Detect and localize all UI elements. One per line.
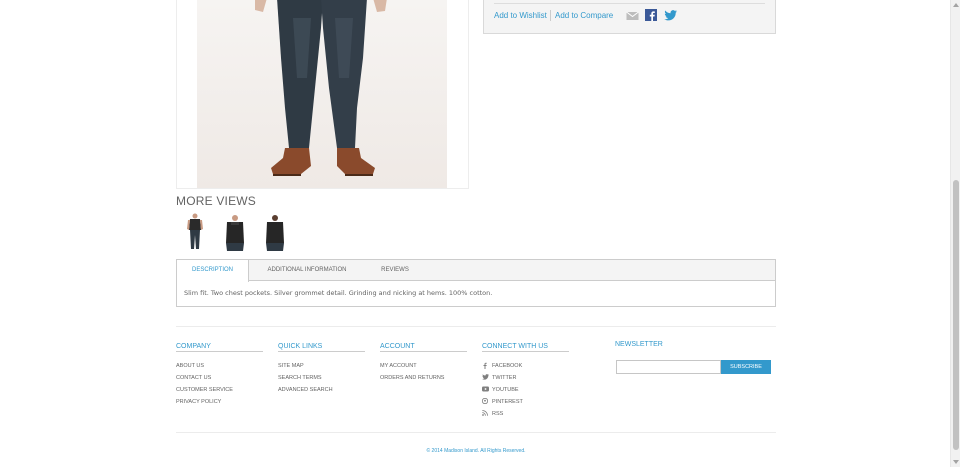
email-icon[interactable] — [626, 8, 639, 26]
newsletter-title: Newsletter — [615, 341, 663, 348]
copyright-text: © 2014 Madison Island. All Rights Reserv… — [426, 448, 526, 454]
footer-account-title: Account — [380, 341, 467, 352]
footer-link-advanced-search[interactable]: Advanced Search — [278, 386, 365, 398]
twitter-icon[interactable] — [664, 8, 677, 26]
add-to-compare-link[interactable]: Add to Compare — [555, 11, 613, 20]
youtube-icon — [482, 386, 492, 395]
footer-quick-links-column: Quick Links Site Map Search Terms Advanc… — [278, 341, 365, 398]
scroll-up-arrow-icon[interactable] — [953, 3, 959, 7]
footer-link-contact-us[interactable]: Contact Us — [176, 374, 263, 386]
footer-divider — [176, 326, 776, 327]
social-link-facebook[interactable]: Facebook — [482, 362, 569, 374]
product-thumbnail[interactable] — [263, 213, 287, 251]
footer-link-privacy-policy[interactable]: Privacy Policy — [176, 398, 263, 410]
footer-quick-links-title: Quick Links — [278, 341, 365, 352]
newsletter-email-input[interactable] — [616, 360, 721, 374]
footer-connect-title: Connect With Us — [482, 341, 569, 352]
social-label: Pinterest — [492, 399, 523, 405]
page-scrollbar[interactable] — [950, 0, 960, 467]
footer-link-orders-and-returns[interactable]: Orders and Returns — [380, 374, 467, 386]
product-thumbnail[interactable] — [223, 213, 247, 251]
footer-link-customer-service[interactable]: Customer Service — [176, 386, 263, 398]
footer-link-my-account[interactable]: My Account — [380, 362, 467, 374]
divider — [494, 3, 765, 4]
product-main-image[interactable] — [176, 0, 469, 189]
more-views-title: MORE VIEWS — [176, 194, 257, 208]
facebook-icon[interactable] — [645, 8, 657, 26]
link-separator — [550, 10, 551, 21]
subscribe-button[interactable]: Subscribe — [721, 360, 771, 374]
description-text: Slim fit. Two chest pockets. Silver grom… — [184, 289, 493, 297]
rss-icon — [482, 410, 492, 419]
footer-company-title: Company — [176, 341, 263, 352]
facebook-icon — [482, 362, 492, 372]
footer-company-column: Company About Us Contact Us Customer Ser… — [176, 341, 263, 410]
social-label: Youtube — [492, 387, 519, 393]
tab-additional-information[interactable]: Additional Information — [257, 260, 357, 281]
footer-bottom-divider — [176, 432, 776, 433]
social-label: Facebook — [492, 363, 523, 369]
product-actions-box: Add to Wishlist Add to Compare — [483, 0, 776, 34]
footer-account-column: Account My Account Orders and Returns — [380, 341, 467, 386]
scroll-down-arrow-icon[interactable] — [953, 460, 959, 464]
social-label: Twitter — [492, 375, 517, 381]
footer-link-site-map[interactable]: Site Map — [278, 362, 365, 374]
footer-link-search-terms[interactable]: Search Terms — [278, 374, 365, 386]
social-link-pinterest[interactable]: Pinterest — [481, 397, 569, 410]
product-tabs: Description Additional Information Revie… — [176, 259, 776, 307]
scrollbar-thumb[interactable] — [953, 180, 959, 450]
social-link-twitter[interactable]: Twitter — [482, 374, 569, 386]
add-to-wishlist-link[interactable]: Add to Wishlist — [494, 11, 547, 20]
tab-reviews[interactable]: Reviews — [367, 260, 423, 281]
social-link-youtube[interactable]: Youtube — [482, 386, 569, 398]
footer-connect-column: Connect With Us Facebook Twitter Youtube… — [481, 341, 569, 422]
social-link-rss[interactable]: RSS — [482, 410, 569, 422]
tab-bar: Description Additional Information Revie… — [177, 260, 775, 282]
twitter-icon — [482, 374, 492, 383]
product-thumbnail[interactable] — [183, 213, 207, 251]
tab-description[interactable]: Description — [177, 260, 249, 282]
footer-link-about-us[interactable]: About Us — [176, 362, 263, 374]
product-photo-jeans — [197, 0, 447, 188]
pinterest-icon — [481, 397, 492, 407]
social-label: RSS — [492, 411, 504, 417]
